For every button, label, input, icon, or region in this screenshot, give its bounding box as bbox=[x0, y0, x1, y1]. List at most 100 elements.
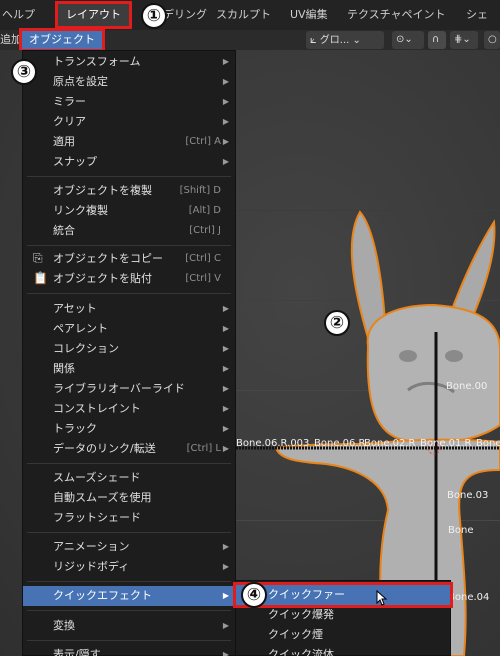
menu-item-shade-smooth[interactable]: スムーズシェード bbox=[23, 468, 235, 488]
rabbit-model[interactable] bbox=[236, 50, 500, 656]
proportional-icon: ○ bbox=[488, 34, 497, 45]
menu-help[interactable]: ヘルプ bbox=[2, 4, 35, 26]
menu-item-label: スナップ bbox=[53, 155, 97, 168]
submenu-item-quick-fur[interactable]: クイックファー bbox=[233, 582, 453, 608]
mouse-cursor-icon bbox=[376, 590, 388, 606]
tab-layout[interactable]: レイアウト bbox=[55, 1, 132, 29]
pivot-point-dropdown[interactable]: ⊙⌄ bbox=[392, 31, 424, 49]
submenu-item-quick-smoke[interactable]: クイック煙 bbox=[236, 625, 450, 645]
proportional-edit-toggle[interactable]: ○ bbox=[484, 31, 500, 49]
menu-item-label: 自動スムーズを使用 bbox=[53, 491, 152, 504]
menu-item-collection[interactable]: コレクション ▶ bbox=[23, 339, 235, 359]
shortcut-label: [Ctrl] J bbox=[189, 225, 221, 236]
snap-toggle[interactable]: ∩ bbox=[428, 31, 446, 49]
menu-item-animation[interactable]: アニメーション ▶ bbox=[23, 537, 235, 557]
menu-item-apply[interactable]: 適用 [Ctrl] A ▶ bbox=[23, 132, 235, 152]
menu-item-auto-smooth[interactable]: 自動スムーズを使用 bbox=[23, 488, 235, 508]
submenu-arrow-icon: ▶ bbox=[222, 562, 229, 571]
menu-item-label: 変換 bbox=[53, 619, 75, 632]
menu-item-label: コンストレイント bbox=[53, 402, 141, 415]
menu-item-clear[interactable]: クリア ▶ bbox=[23, 112, 235, 132]
bone-label: Bone.02.R bbox=[364, 438, 416, 449]
shortcut-label: [Ctrl] V bbox=[185, 273, 221, 284]
bone-label: Bone.03 bbox=[447, 490, 489, 501]
menu-item-label: 原点を設定 bbox=[53, 75, 108, 88]
tab-shading[interactable]: シェ bbox=[466, 4, 488, 26]
bone-label: Bone bbox=[448, 525, 474, 536]
submenu-item-quick-explode[interactable]: クイック爆発 bbox=[236, 605, 450, 625]
menu-item-rigid-body[interactable]: リジッドボディ ▶ bbox=[23, 557, 235, 577]
menu-item-label: クイックエフェクト bbox=[53, 589, 152, 602]
snap-increment-icon: ⋕⌄ bbox=[454, 34, 471, 45]
menu-item-label: フラットシェード bbox=[53, 511, 141, 524]
submenu-arrow-icon: ▶ bbox=[222, 304, 229, 313]
menu-item-copy-objects[interactable]: ⎘ オブジェクトをコピー [Ctrl] C bbox=[23, 249, 235, 269]
magnet-icon: ∩ bbox=[432, 34, 440, 45]
menu-item-library-override[interactable]: ライブラリオーバーライド ▶ bbox=[23, 379, 235, 399]
shortcut-label: [Ctrl] C bbox=[185, 253, 221, 264]
menu-item-label: オブジェクトをコピー bbox=[53, 252, 163, 265]
submenu-arrow-icon: ▶ bbox=[222, 542, 229, 551]
menu-item-mirror[interactable]: ミラー ▶ bbox=[23, 92, 235, 112]
submenu-arrow-icon: ▶ bbox=[222, 324, 229, 333]
menu-item-constraint[interactable]: コンストレイント ▶ bbox=[23, 399, 235, 419]
menu-item-label: アニメーション bbox=[53, 540, 130, 553]
menu-item-label: 適用 bbox=[53, 135, 75, 148]
menu-item-label: ペアレント bbox=[53, 322, 108, 335]
bone-label: Bone.04 bbox=[448, 592, 490, 603]
menu-item-link-transfer-data[interactable]: データのリンク/転送 [Ctrl] L ▶ bbox=[23, 439, 235, 459]
menu-item-shade-flat[interactable]: フラットシェード bbox=[23, 508, 235, 528]
menu-item-label: クリア bbox=[53, 115, 86, 128]
submenu-arrow-icon: ▶ bbox=[222, 157, 229, 166]
submenu-arrow-icon: ▶ bbox=[222, 384, 229, 393]
menu-separator bbox=[27, 640, 231, 641]
object-dropdown-menu: トランスフォーム ▶ 原点を設定 ▶ ミラー ▶ クリア ▶ 適用 [Ctrl] A ▶ ス… bbox=[22, 50, 236, 656]
menu-separator bbox=[27, 532, 231, 533]
menu-item-snap[interactable]: スナップ ▶ bbox=[23, 152, 235, 172]
menu-item-quick-effects[interactable]: クイックエフェクト ▶ bbox=[23, 586, 235, 606]
menu-item-show-hide[interactable]: 表示/隠す ▶ bbox=[23, 645, 235, 656]
menu-item-parent[interactable]: ペアレント ▶ bbox=[23, 319, 235, 339]
menu-item-duplicate-linked[interactable]: リンク複製 [Alt] D bbox=[23, 201, 235, 221]
add-menu[interactable]: 追加 bbox=[0, 31, 22, 49]
bone-label: Bone.06.R.003 bbox=[236, 438, 310, 449]
menu-separator bbox=[27, 176, 231, 177]
submenu-arrow-icon: ▶ bbox=[222, 424, 229, 433]
eye bbox=[445, 350, 463, 362]
menu-item-transform[interactable]: トランスフォーム ▶ bbox=[23, 52, 235, 72]
submenu-item-quick-liquid[interactable]: クイック流体 bbox=[236, 645, 450, 656]
menu-separator bbox=[27, 581, 231, 582]
submenu-arrow-icon: ▶ bbox=[222, 97, 229, 106]
menu-item-convert[interactable]: 変換 ▶ bbox=[23, 616, 235, 636]
menu-item-relations[interactable]: 関係 ▶ bbox=[23, 359, 235, 379]
copy-icon: ⎘ bbox=[33, 251, 43, 265]
transform-orientation-dropdown[interactable]: ⟀ グロ... ⌄ bbox=[306, 31, 384, 49]
tab-texture-paint[interactable]: テクスチャペイント bbox=[347, 4, 446, 26]
menu-item-join[interactable]: 統合 [Ctrl] J bbox=[23, 221, 235, 241]
bone-label: Bone.00 bbox=[446, 381, 488, 392]
submenu-arrow-icon: ▶ bbox=[222, 137, 229, 146]
menu-item-track[interactable]: トラック ▶ bbox=[23, 419, 235, 439]
submenu-arrow-icon: ▶ bbox=[222, 344, 229, 353]
tab-sculpt[interactable]: スカルプト bbox=[216, 4, 271, 26]
object-menu-button[interactable]: オブジェクト bbox=[19, 28, 105, 52]
snap-target-dropdown[interactable]: ⋕⌄ bbox=[450, 31, 478, 49]
menu-item-label: スムーズシェード bbox=[53, 471, 141, 484]
submenu-arrow-icon: ▶ bbox=[222, 621, 229, 630]
paste-icon: 📋 bbox=[33, 271, 48, 285]
submenu-arrow-icon: ▶ bbox=[222, 57, 229, 66]
menu-item-label: リンク複製 bbox=[53, 204, 108, 217]
annotation-badge-4: ④ bbox=[241, 582, 267, 608]
submenu-arrow-icon: ▶ bbox=[222, 591, 229, 600]
annotation-badge-2: ② bbox=[324, 310, 350, 336]
tab-uv-editing[interactable]: UV編集 bbox=[290, 4, 328, 26]
menu-item-label: 関係 bbox=[53, 362, 75, 375]
menu-item-label: 表示/隠す bbox=[53, 648, 101, 656]
menu-item-asset[interactable]: アセット ▶ bbox=[23, 299, 235, 319]
menu-item-set-origin[interactable]: 原点を設定 ▶ bbox=[23, 72, 235, 92]
menu-item-label: データのリンク/転送 bbox=[53, 442, 156, 455]
menu-item-duplicate-objects[interactable]: オブジェクトを複製 [Shift] D bbox=[23, 181, 235, 201]
bone-label: Bone bbox=[476, 438, 500, 449]
menu-item-paste-objects[interactable]: 📋 オブジェクトを貼付 [Ctrl] V bbox=[23, 269, 235, 289]
menu-item-label: トランスフォーム bbox=[53, 55, 141, 68]
